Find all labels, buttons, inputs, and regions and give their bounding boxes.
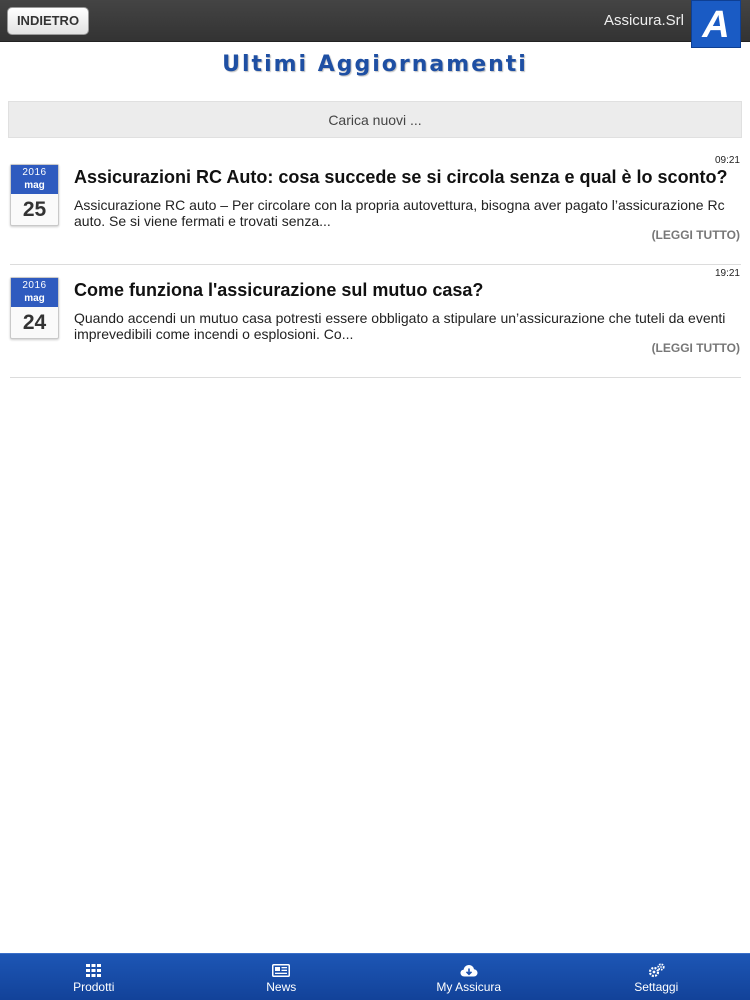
tab-my-assicura[interactable]: My Assicura: [375, 954, 563, 1000]
date-badge: 2016 mag 24: [10, 277, 59, 339]
tab-prodotti[interactable]: Prodotti: [0, 954, 188, 1000]
brand-logo: A: [691, 0, 741, 48]
date-year: 2016: [22, 167, 47, 178]
newspaper-icon: [188, 962, 376, 978]
back-button[interactable]: INDIETRO: [7, 7, 89, 35]
read-more-link[interactable]: (LEGGI TUTTO): [652, 341, 740, 355]
date-day: 25: [22, 198, 47, 221]
news-time: 09:21: [714, 155, 740, 166]
news-title[interactable]: Assicurazioni RC Auto: cosa succede se s…: [74, 167, 741, 188]
news-item[interactable]: 2016 mag 25 09:21 Assicurazioni RC Auto:…: [10, 152, 741, 265]
date-badge: 2016 mag 25: [10, 164, 59, 226]
tab-label: Settaggi: [634, 980, 679, 994]
top-bar: INDIETRO Assicura.Srl A: [0, 0, 750, 48]
grid-icon: [0, 962, 188, 978]
tab-settaggi[interactable]: Settaggi: [563, 954, 750, 1000]
tab-label: My Assicura: [436, 980, 502, 994]
bottom-tab-bar: Prodotti News My Assicura Settaggi: [0, 953, 750, 1000]
date-day: 24: [22, 311, 47, 334]
date-month: mag: [24, 180, 45, 191]
tab-news[interactable]: News: [188, 954, 376, 1000]
news-item[interactable]: 2016 mag 24 19:21 Come funziona l'assicu…: [10, 265, 741, 378]
news-time: 19:21: [714, 268, 740, 279]
tab-label: News: [266, 980, 297, 994]
gears-icon: [563, 962, 750, 978]
news-excerpt: Assicurazione RC auto – Per circolare co…: [74, 197, 725, 229]
news-excerpt: Quando accendi un mutuo casa potresti es…: [74, 310, 726, 342]
date-year: 2016: [22, 280, 47, 291]
load-new-button[interactable]: Carica nuovi ...: [8, 101, 742, 138]
news-title[interactable]: Come funziona l'assicurazione sul mutuo …: [74, 280, 741, 301]
read-more-link[interactable]: (LEGGI TUTTO): [652, 228, 740, 242]
date-month: mag: [24, 293, 45, 304]
brand-name: Assicura.Srl: [603, 12, 684, 29]
tab-label: Prodotti: [73, 980, 115, 994]
page-title: Ultimi Aggiornamenti: [222, 52, 528, 77]
news-list: 2016 mag 25 09:21 Assicurazioni RC Auto:…: [10, 152, 741, 378]
cloud-download-icon: [375, 962, 563, 978]
